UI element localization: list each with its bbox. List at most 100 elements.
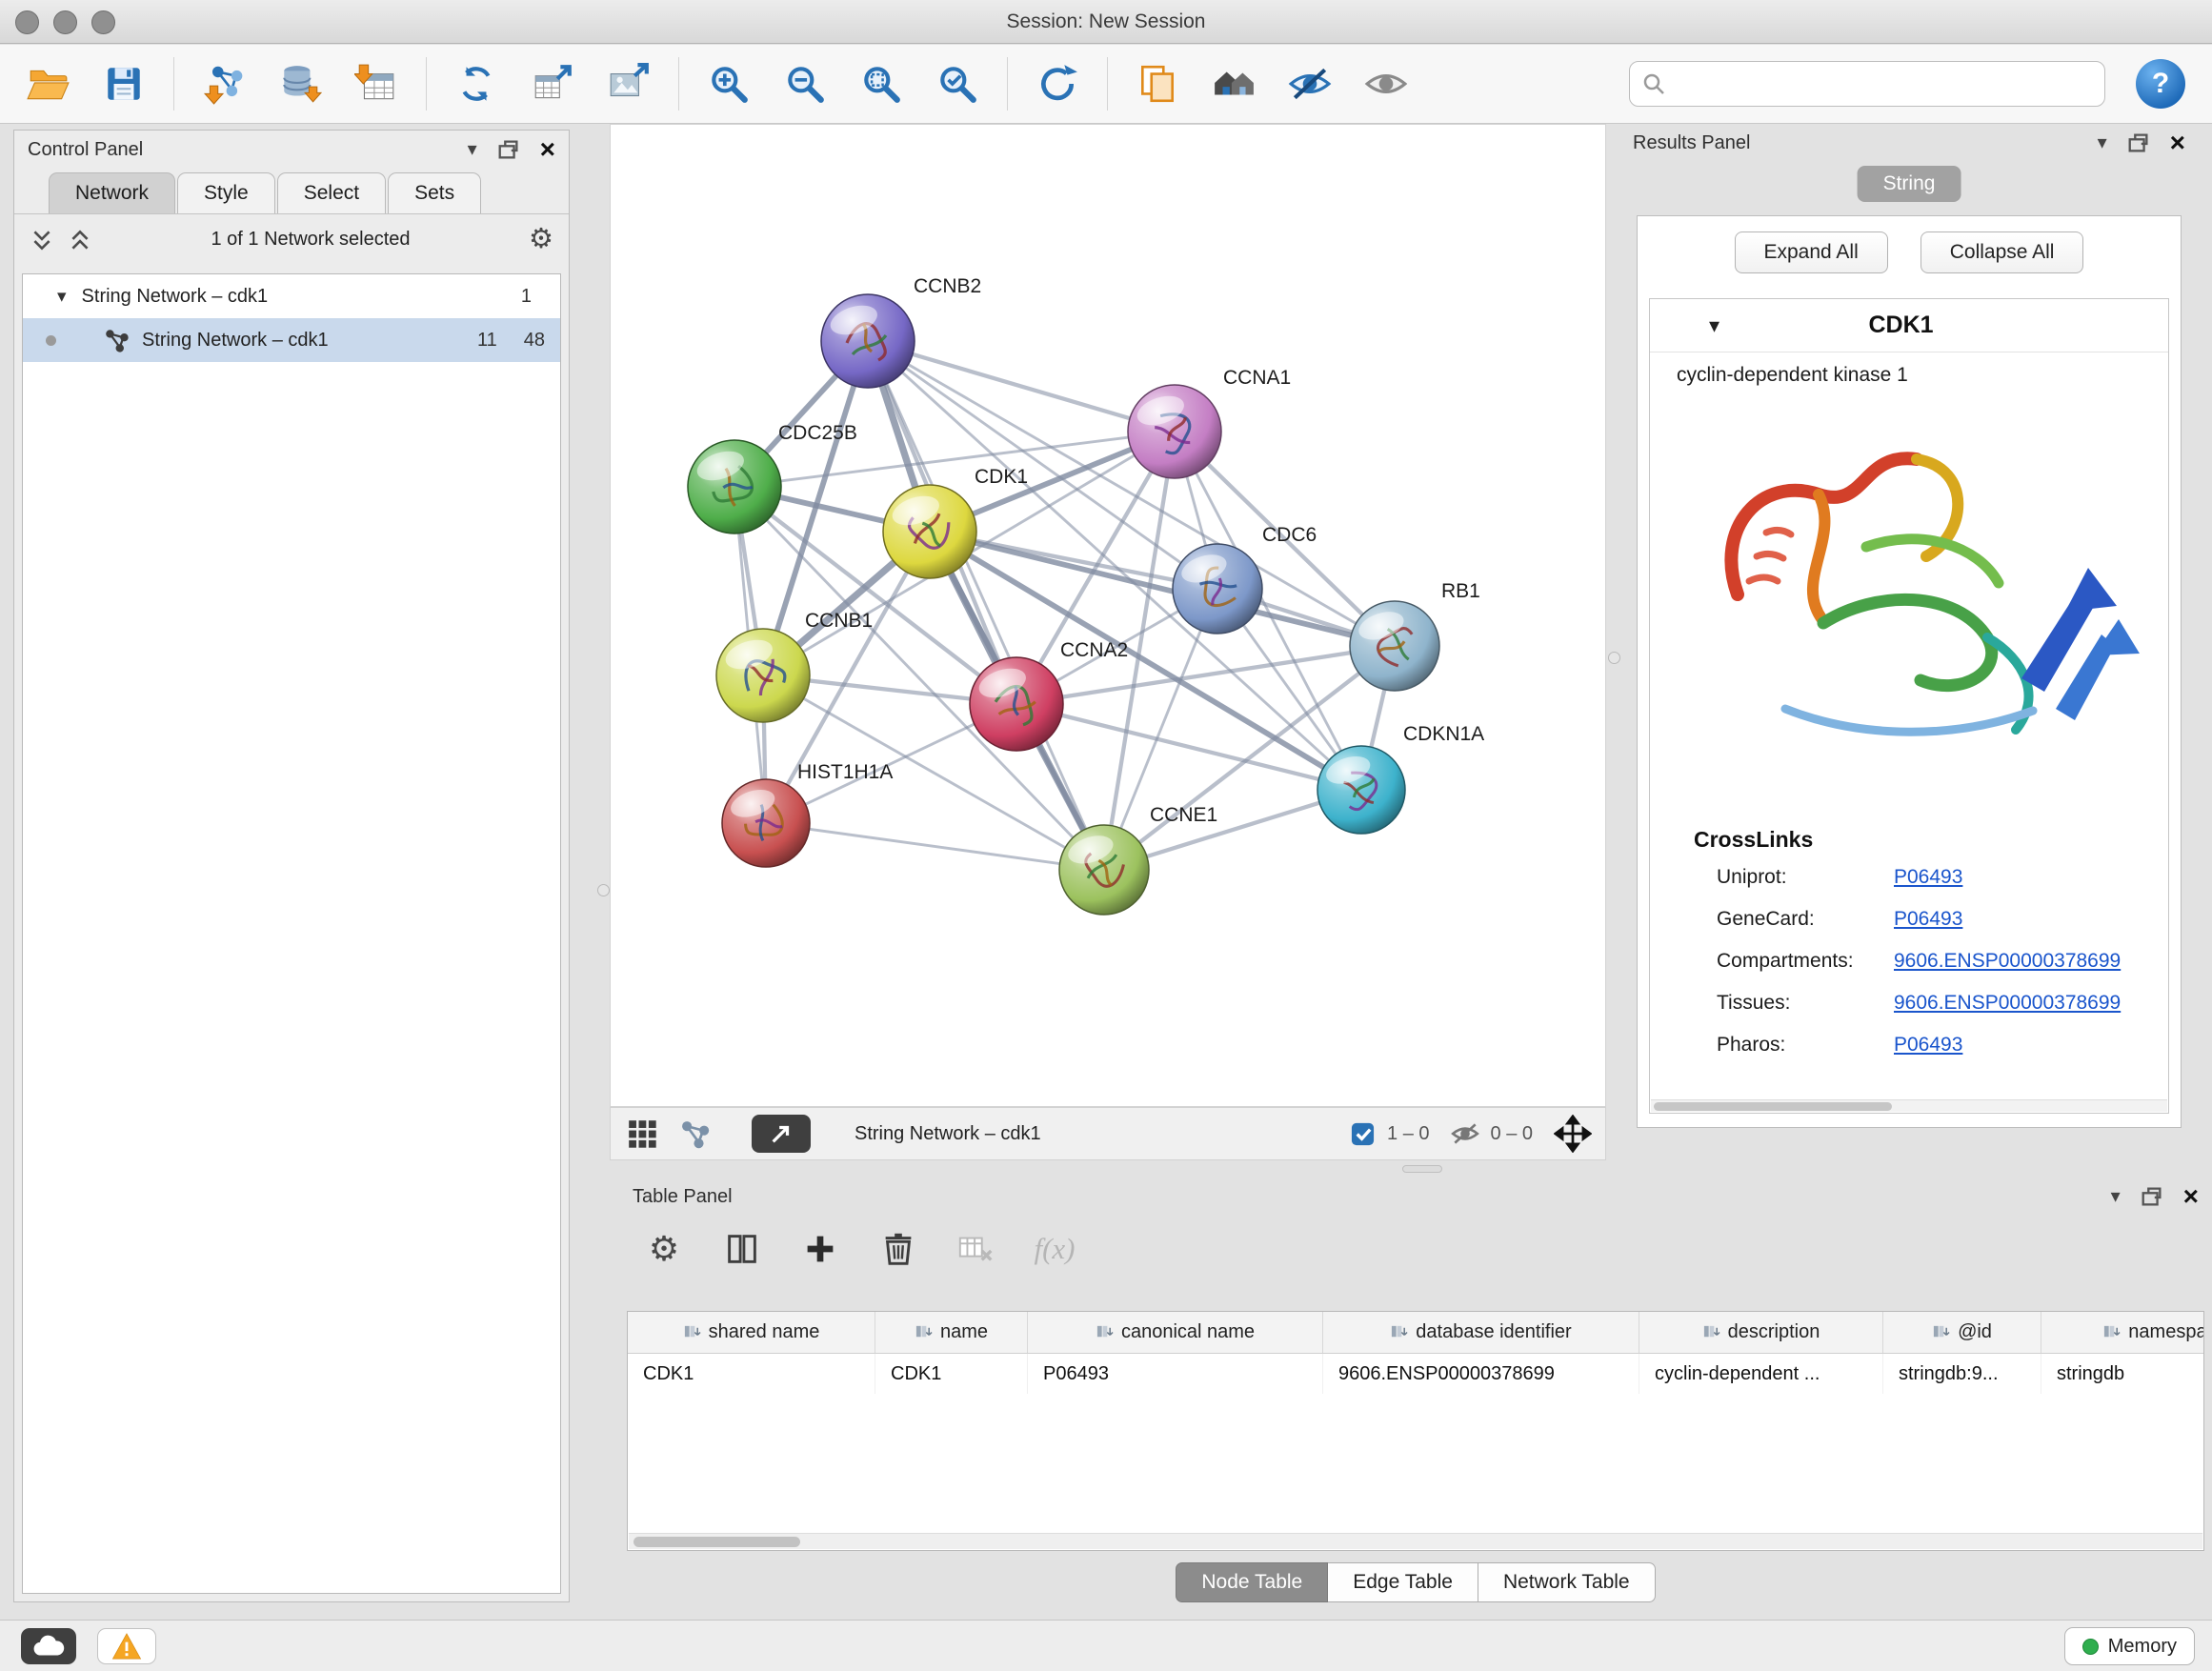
- table-cell[interactable]: cyclin-dependent ...: [1639, 1354, 1883, 1394]
- network-node-CCNB2[interactable]: [821, 294, 915, 388]
- column-header-name[interactable]: name: [875, 1312, 1028, 1353]
- float-panel-icon[interactable]: [2126, 131, 2151, 155]
- sort-icon[interactable]: [2102, 1323, 2121, 1341]
- tab-network[interactable]: Network: [49, 172, 175, 213]
- table-cell[interactable]: CDK1: [875, 1354, 1028, 1394]
- export-network-icon[interactable]: [526, 57, 579, 111]
- grid-view-icon[interactable]: [624, 1116, 660, 1152]
- gear-icon[interactable]: ⚙: [529, 226, 553, 253]
- column-header--id[interactable]: @id: [1883, 1312, 2041, 1353]
- tab-edge-table[interactable]: Edge Table: [1328, 1562, 1478, 1602]
- network-canvas[interactable]: CCNB2CCNA1CDC25BCDK1CDC6RB1CCNB1CCNA2CDK…: [610, 124, 1606, 1107]
- network-node-CCNB1[interactable]: [716, 629, 810, 722]
- chevron-down-icon[interactable]: ▾: [468, 140, 477, 159]
- expand-all-icon[interactable]: [68, 228, 92, 252]
- zoom-fit-icon[interactable]: [855, 57, 908, 111]
- table-horizontal-scrollbar[interactable]: [629, 1533, 2202, 1549]
- import-network-icon[interactable]: [197, 57, 251, 111]
- disclosure-triangle-icon[interactable]: ▾: [57, 286, 67, 308]
- column-header-canonical-name[interactable]: canonical name: [1028, 1312, 1323, 1353]
- hidden-eye-slash-icon[interactable]: [1451, 1119, 1479, 1148]
- cloud-button[interactable]: [21, 1628, 76, 1664]
- tab-network-table[interactable]: Network Table: [1478, 1562, 1656, 1602]
- close-panel-icon[interactable]: ×: [2170, 130, 2185, 156]
- trash-icon[interactable]: [871, 1221, 926, 1277]
- home-icon[interactable]: [1207, 57, 1260, 111]
- crosslink-link[interactable]: P06493: [1894, 866, 1962, 889]
- network-edge-CCNB2-CCNA1[interactable]: [868, 341, 1175, 432]
- zoom-window-button[interactable]: [91, 10, 115, 34]
- search-input[interactable]: [1629, 61, 2105, 107]
- save-session-icon[interactable]: [97, 57, 151, 111]
- network-node-CCNA1[interactable]: [1128, 385, 1221, 478]
- table-cell[interactable]: CDK1: [628, 1354, 875, 1394]
- share-network-icon[interactable]: [677, 1117, 712, 1151]
- table-cell[interactable]: P06493: [1028, 1354, 1323, 1394]
- show-eye-icon[interactable]: [1359, 57, 1413, 111]
- import-table-icon[interactable]: [350, 57, 403, 111]
- warning-button[interactable]: [97, 1628, 156, 1664]
- crosslink-link[interactable]: P06493: [1894, 908, 1962, 931]
- network-node-CDK1[interactable]: [883, 485, 976, 578]
- search-field[interactable]: [1676, 73, 2093, 95]
- tab-select[interactable]: Select: [277, 172, 386, 213]
- column-header-database-identifier[interactable]: database identifier: [1323, 1312, 1639, 1353]
- network-node-HIST1H1A[interactable]: [722, 779, 810, 867]
- import-database-icon[interactable]: [273, 57, 327, 111]
- open-in-new-window-button[interactable]: [752, 1115, 811, 1153]
- column-header-description[interactable]: description: [1639, 1312, 1883, 1353]
- splitter-handle[interactable]: [1402, 1165, 1442, 1173]
- chevron-down-icon[interactable]: ▾: [1709, 313, 1719, 338]
- sort-icon[interactable]: [915, 1323, 933, 1341]
- close-panel-icon[interactable]: ×: [2183, 1183, 2199, 1210]
- splitter-collapse-left[interactable]: [597, 884, 610, 896]
- expand-all-button[interactable]: Expand All: [1735, 232, 1888, 273]
- export-image-icon[interactable]: [602, 57, 655, 111]
- network-edge-CCNB2-CCNE1[interactable]: [868, 341, 1104, 870]
- float-panel-icon[interactable]: [2140, 1184, 2164, 1209]
- card-horizontal-scrollbar[interactable]: [1651, 1099, 2167, 1112]
- selected-checkbox-icon[interactable]: [1350, 1121, 1376, 1147]
- tab-string[interactable]: String: [1858, 166, 1961, 202]
- help-button[interactable]: ?: [2136, 59, 2185, 109]
- crosslink-link[interactable]: 9606.ENSP00000378699: [1894, 950, 2121, 973]
- memory-button[interactable]: Memory: [2064, 1627, 2195, 1665]
- close-window-button[interactable]: [15, 10, 39, 34]
- hide-eye-icon[interactable]: [1283, 57, 1337, 111]
- merge-networks-icon[interactable]: [450, 57, 503, 111]
- sort-icon[interactable]: [1390, 1323, 1408, 1341]
- collapse-all-icon[interactable]: [30, 228, 54, 252]
- move-crosshair-icon[interactable]: [1554, 1115, 1592, 1153]
- sort-icon[interactable]: [1932, 1323, 1950, 1341]
- collapse-all-button[interactable]: Collapse All: [1920, 232, 2084, 273]
- column-header-namespace[interactable]: namespace: [2041, 1312, 2204, 1353]
- sort-icon[interactable]: [1096, 1323, 1114, 1341]
- float-panel-icon[interactable]: [496, 137, 521, 162]
- table-row[interactable]: CDK1CDK1P064939606.ENSP00000378699cyclin…: [628, 1354, 2203, 1394]
- crosslink-link[interactable]: P06493: [1894, 1034, 1962, 1057]
- close-panel-icon[interactable]: ×: [540, 136, 555, 163]
- zoom-selected-icon[interactable]: [931, 57, 984, 111]
- function-icon[interactable]: f(x): [1027, 1221, 1082, 1277]
- gear-icon[interactable]: ⚙: [636, 1221, 692, 1277]
- network-row-selected[interactable]: String Network – cdk1 11 48: [23, 318, 560, 362]
- open-session-icon[interactable]: [21, 57, 74, 111]
- table-cell[interactable]: stringdb:9...: [1883, 1354, 2041, 1394]
- sort-icon[interactable]: [683, 1323, 701, 1341]
- tab-sets[interactable]: Sets: [388, 172, 481, 213]
- refresh-icon[interactable]: [1031, 57, 1084, 111]
- column-header-shared-name[interactable]: shared name: [628, 1312, 875, 1353]
- network-node-CCNE1[interactable]: [1059, 825, 1149, 915]
- network-collection-row[interactable]: ▾ String Network – cdk1 1: [23, 274, 560, 318]
- network-node-RB1[interactable]: [1350, 601, 1439, 691]
- columns-icon[interactable]: [714, 1221, 770, 1277]
- table-cell[interactable]: 9606.ENSP00000378699: [1323, 1354, 1639, 1394]
- tab-style[interactable]: Style: [177, 172, 275, 213]
- minimize-window-button[interactable]: [53, 10, 77, 34]
- network-node-CCNA2[interactable]: [970, 657, 1063, 751]
- network-edge-HIST1H1A-CCNE1[interactable]: [766, 823, 1104, 870]
- crosslink-link[interactable]: 9606.ENSP00000378699: [1894, 992, 2121, 1015]
- table-cell[interactable]: stringdb: [2041, 1354, 2204, 1394]
- chevron-down-icon[interactable]: ▾: [2098, 133, 2107, 152]
- tab-node-table[interactable]: Node Table: [1176, 1562, 1328, 1602]
